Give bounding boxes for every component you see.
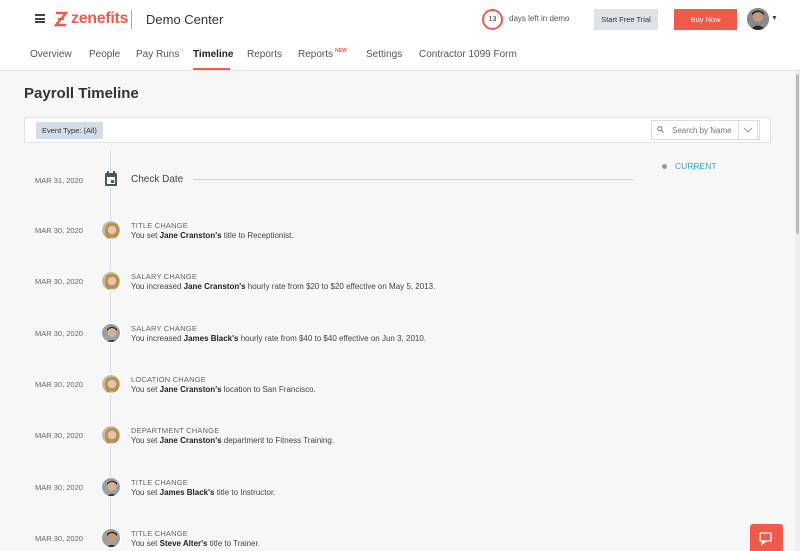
event-avatar[interactable] [101, 374, 121, 394]
event-date: MAR 30, 2020 [35, 483, 83, 492]
event-employee-name[interactable]: Jane Cranston's [160, 231, 222, 240]
event-description-prefix: You increased [131, 334, 184, 343]
active-tab-indicator [193, 68, 230, 70]
main-nav: Overview People Pay Runs Timeline Report… [0, 40, 800, 71]
event-type: SALARY CHANGE [131, 272, 198, 281]
event-description: You set Jane Cranston's department to Fi… [131, 436, 334, 445]
scrollbar-thumb[interactable] [796, 74, 799, 234]
event-type-filter[interactable]: Event Type: (All) [36, 122, 103, 139]
search-icon [657, 126, 664, 133]
buy-now-button[interactable]: Buy Now [674, 9, 737, 30]
event-type: DEPARTMENT CHANGE [131, 426, 220, 435]
event-date: MAR 30, 2020 [35, 431, 83, 440]
tab-contractor-1099[interactable]: Contractor 1099 Form [419, 49, 517, 60]
event-description-prefix: You set [131, 231, 160, 240]
event-avatar[interactable] [101, 528, 121, 548]
event-employee-name[interactable]: Steve Alter's [160, 539, 208, 548]
top-bar: zenefits Demo Center 13 days left in dem… [0, 0, 800, 40]
search-dropdown-button[interactable] [738, 120, 758, 140]
days-left-counter: 13 [482, 9, 503, 30]
event-date: MAR 30, 2020 [35, 329, 83, 338]
event-date: MAR 30, 2020 [35, 277, 83, 286]
header-divider [131, 10, 132, 29]
event-description: You set Jane Cranston's title to Recepti… [131, 231, 294, 240]
event-description: You increased James Black's hourly rate … [131, 334, 426, 343]
event-description-prefix: You set [131, 539, 160, 548]
event-date: MAR 30, 2020 [35, 380, 83, 389]
chat-icon [759, 532, 772, 546]
event-description-prefix: You set [131, 385, 160, 394]
event-description-suffix: department to Fitness Training. [221, 436, 335, 445]
event-description-suffix: title to Trainer. [207, 539, 260, 548]
event-avatar[interactable] [101, 220, 121, 240]
calendar-icon [104, 171, 118, 187]
event-type: TITLE CHANGE [131, 529, 188, 538]
event-employee-name[interactable]: Jane Cranston's [160, 385, 222, 394]
event-description-suffix: hourly rate from $40 to $40 effective on… [238, 334, 427, 343]
user-avatar[interactable] [747, 8, 769, 30]
event-description: You increased Jane Cranston's hourly rat… [131, 282, 435, 291]
event-employee-name[interactable]: James Black's [184, 334, 239, 343]
new-badge: NEW [335, 48, 347, 54]
company-name[interactable]: Demo Center [146, 12, 223, 27]
page-title: Payroll Timeline [24, 85, 139, 102]
event-description-suffix: location to San Francisco. [221, 385, 316, 394]
event-description: You set James Black's title to Instructo… [131, 488, 275, 497]
tab-pay-runs[interactable]: Pay Runs [136, 49, 179, 60]
tab-overview[interactable]: Overview [30, 49, 72, 60]
zenefits-logo[interactable]: zenefits [54, 9, 128, 29]
tab-settings[interactable]: Settings [366, 49, 402, 60]
event-type: SALARY CHANGE [131, 324, 198, 333]
days-left-label: days left in demo [509, 14, 570, 23]
filter-bar: Event Type: (All) [24, 117, 771, 143]
zenefits-logo-mark-icon [54, 11, 68, 27]
event-employee-name[interactable]: James Black's [160, 488, 215, 497]
chevron-down-icon [743, 127, 753, 133]
brand-name: zenefits [71, 10, 129, 27]
current-marker-dot [662, 164, 667, 169]
event-description-prefix: You increased [131, 282, 184, 291]
event-description: You set Steve Alter's title to Trainer. [131, 539, 260, 548]
check-date-label: Check Date [131, 174, 184, 185]
event-date: MAR 30, 2020 [35, 226, 83, 235]
event-avatar[interactable] [101, 271, 121, 291]
check-date-divider [193, 179, 634, 180]
search-input[interactable] [672, 123, 742, 137]
check-date-date: MAR 31, 2020 [35, 176, 83, 185]
user-avatar-icon [747, 8, 769, 30]
start-free-trial-button[interactable]: Start Free Trial [594, 9, 658, 30]
menu-icon[interactable] [35, 14, 45, 23]
chevron-down-icon[interactable]: ▼ [771, 15, 778, 22]
chat-button[interactable] [750, 524, 783, 551]
event-avatar[interactable] [101, 323, 121, 343]
event-description: You set Jane Cranston's location to San … [131, 385, 316, 394]
tab-people[interactable]: People [89, 49, 120, 60]
event-avatar[interactable] [101, 477, 121, 497]
event-type: TITLE CHANGE [131, 221, 188, 230]
event-date: MAR 30, 2020 [35, 534, 83, 543]
event-avatar[interactable] [101, 425, 121, 445]
event-description-prefix: You set [131, 488, 160, 497]
event-description-prefix: You set [131, 436, 160, 445]
tab-timeline[interactable]: Timeline [193, 49, 233, 60]
event-description-suffix: title to Receptionist. [221, 231, 294, 240]
event-description-suffix: hourly rate from $20 to $20 effective on… [245, 282, 436, 291]
tab-reports[interactable]: Reports [247, 49, 282, 60]
tab-reports-new[interactable]: Reports [298, 49, 333, 60]
event-type: TITLE CHANGE [131, 478, 188, 487]
event-type: LOCATION CHANGE [131, 375, 206, 384]
event-employee-name[interactable]: Jane Cranston's [184, 282, 246, 291]
event-employee-name[interactable]: Jane Cranston's [160, 436, 222, 445]
current-marker-label[interactable]: CURRENT [675, 161, 717, 171]
event-description-suffix: title to Instructor. [214, 488, 276, 497]
